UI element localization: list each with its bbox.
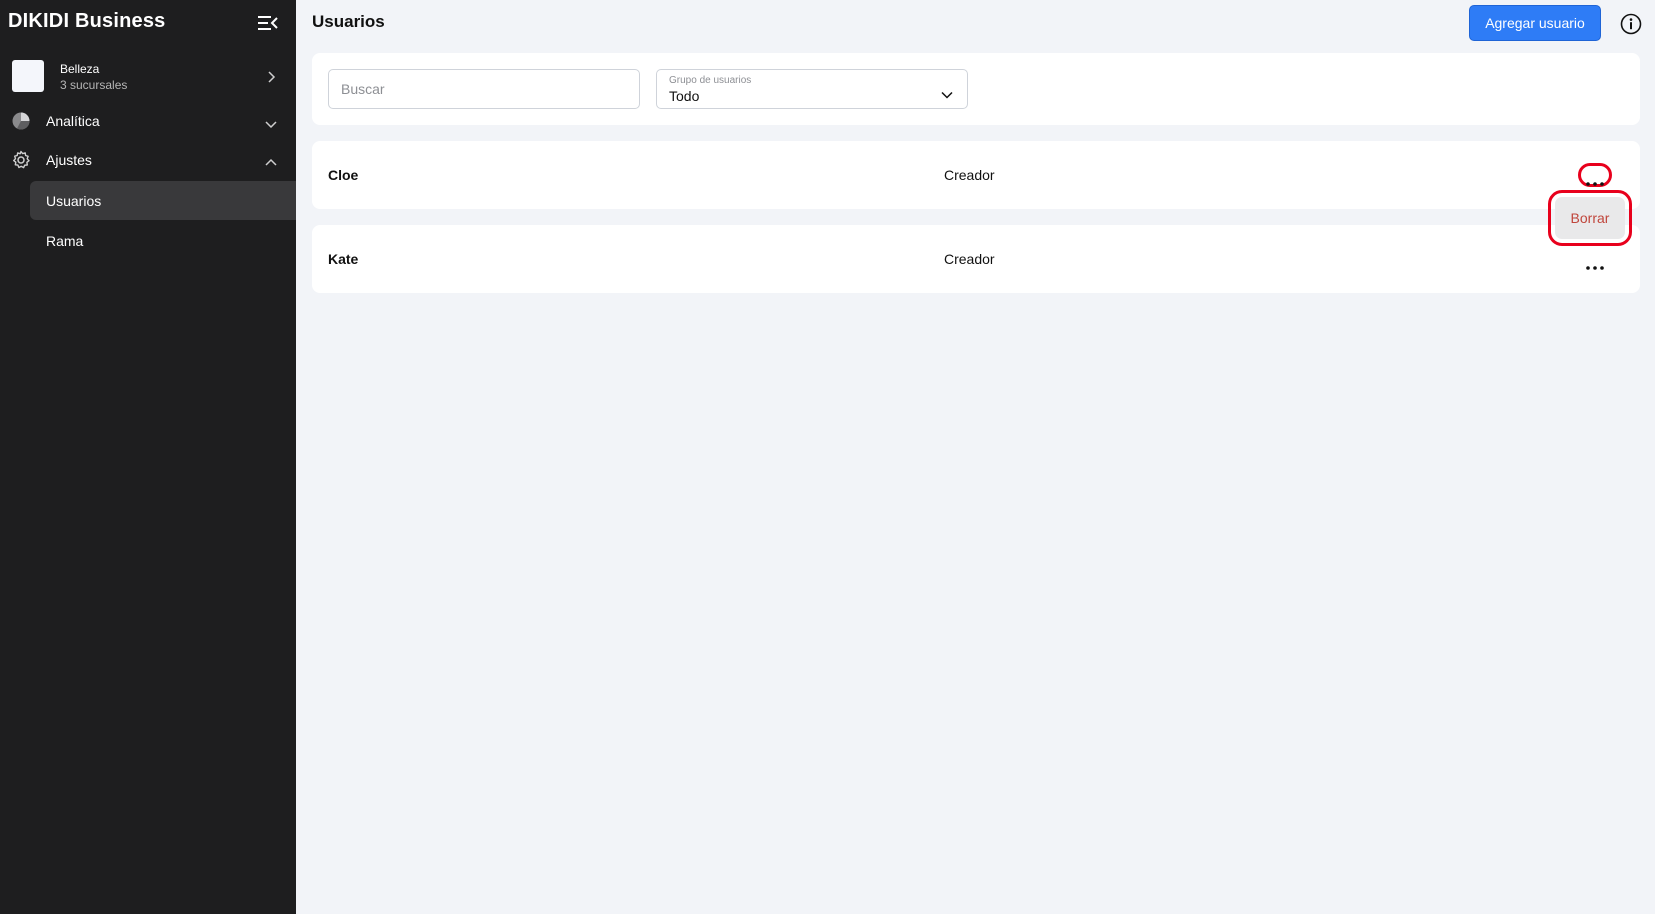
user-name: Kate bbox=[328, 251, 359, 267]
branch-count: 3 sucursales bbox=[60, 78, 128, 92]
collapse-sidebar-icon[interactable] bbox=[257, 14, 279, 32]
sidebar-item-ajustes[interactable]: Ajustes bbox=[0, 141, 296, 179]
more-dots-icon bbox=[1586, 257, 1604, 270]
user-role: Creador bbox=[944, 251, 995, 267]
user-role: Creador bbox=[944, 167, 995, 183]
sidebar: DIKIDI Business Belleza 3 sucursales Ana… bbox=[0, 0, 296, 914]
more-options-button[interactable] bbox=[1578, 247, 1612, 271]
user-group-label: Grupo de usuarios bbox=[669, 75, 752, 86]
user-name: Cloe bbox=[328, 167, 359, 183]
delete-label: Borrar bbox=[1570, 210, 1610, 226]
branch-name: Belleza bbox=[60, 62, 100, 76]
add-user-button[interactable]: Agregar usuario bbox=[1469, 5, 1601, 41]
gear-icon bbox=[11, 150, 31, 170]
sidebar-item-label: Ajustes bbox=[46, 152, 92, 168]
sidebar-subitem-label: Rama bbox=[46, 233, 84, 249]
user-group-value: Todo bbox=[669, 88, 700, 104]
info-icon[interactable] bbox=[1620, 13, 1642, 35]
sidebar-item-analitica[interactable]: Analítica bbox=[0, 102, 296, 140]
sidebar-item-usuarios[interactable]: Usuarios bbox=[30, 181, 296, 220]
branch-avatar bbox=[12, 60, 44, 92]
user-group-select[interactable]: Grupo de usuarios Todo bbox=[656, 69, 968, 109]
search-input[interactable] bbox=[328, 69, 640, 109]
pie-chart-icon bbox=[11, 111, 31, 131]
chevron-down-icon bbox=[941, 86, 953, 99]
more-dots-icon bbox=[1586, 173, 1604, 186]
chevron-right-icon bbox=[266, 70, 276, 83]
branch-selector[interactable]: Belleza 3 sucursales bbox=[0, 54, 296, 98]
app-title: DIKIDI Business bbox=[8, 10, 166, 32]
delete-menu-item[interactable]: Borrar bbox=[1555, 197, 1625, 239]
sidebar-item-rama[interactable]: Rama bbox=[30, 221, 296, 260]
sidebar-item-label: Analítica bbox=[46, 113, 100, 129]
user-row: Cloe Creador bbox=[312, 141, 1640, 209]
filter-card: Grupo de usuarios Todo bbox=[312, 53, 1640, 125]
row-actions-menu: Borrar bbox=[1548, 190, 1632, 246]
chevron-down-icon bbox=[265, 116, 277, 129]
page-title: Usuarios bbox=[312, 12, 385, 31]
user-row: Kate Creador bbox=[312, 225, 1640, 293]
chevron-up-icon bbox=[265, 155, 277, 166]
sidebar-subitem-label: Usuarios bbox=[46, 193, 102, 209]
more-options-button[interactable] bbox=[1578, 163, 1612, 187]
